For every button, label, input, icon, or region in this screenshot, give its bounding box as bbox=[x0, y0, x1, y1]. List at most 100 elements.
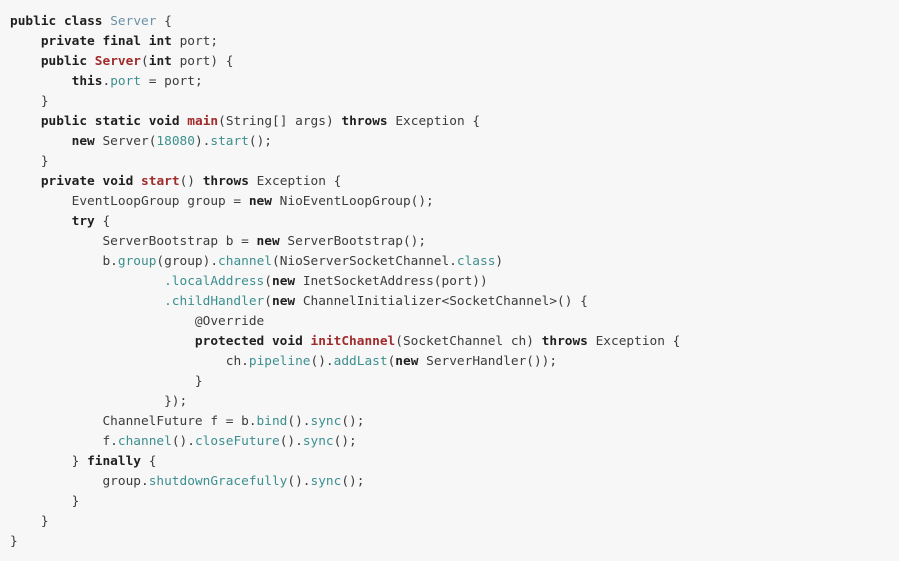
code-token-kw: private bbox=[40, 174, 95, 189]
code-line: ch.pipeline().addLast(new ServerHandler(… bbox=[10, 352, 899, 372]
code-token-plain: (group). bbox=[156, 254, 219, 269]
code-token-call: sync bbox=[310, 474, 342, 489]
code-token-plain: group. bbox=[102, 474, 149, 489]
code-token-plain: (); bbox=[341, 474, 365, 489]
code-token-kw: void bbox=[102, 174, 134, 189]
code-token-plain: ch. bbox=[225, 354, 249, 369]
code-line: public class Server { bbox=[10, 12, 899, 32]
code-token-plain: ServerHandler()); bbox=[418, 354, 558, 369]
code-token-plain: Exception { bbox=[387, 114, 481, 129]
code-token-kw: public bbox=[10, 14, 57, 29]
code-token-plain: { bbox=[156, 14, 172, 29]
code-token-call: sync bbox=[302, 434, 334, 449]
code-token-plain: port) { bbox=[171, 54, 234, 69]
code-line: } bbox=[10, 152, 899, 172]
code-token-plain: InetSocketAddress(port)) bbox=[295, 274, 488, 289]
code-line: }); bbox=[10, 392, 899, 412]
code-line: try { bbox=[10, 212, 899, 232]
code-token-plain: () bbox=[179, 174, 203, 189]
code-line: private void start() throws Exception { bbox=[10, 172, 899, 192]
code-token-plain: ) bbox=[495, 254, 504, 269]
code-token-kw: throws bbox=[341, 114, 388, 129]
code-token-call: bind bbox=[256, 414, 288, 429]
code-token-plain: port; bbox=[171, 34, 219, 49]
code-token-plain: (String[] args) bbox=[218, 114, 342, 129]
code-token-plain: (NioServerSocketChannel. bbox=[271, 254, 457, 269]
code-token-plain: (). bbox=[310, 354, 334, 369]
code-token-plain: ( bbox=[141, 54, 149, 69]
code-token-call: .localAddress bbox=[164, 274, 265, 289]
code-token-kw: finally bbox=[87, 454, 141, 469]
code-token-kw: this bbox=[71, 74, 103, 89]
code-token-kw: throws bbox=[541, 334, 588, 349]
code-token-plain: (); bbox=[341, 414, 365, 429]
code-token-plain: Server( bbox=[94, 134, 157, 149]
code-token-plain: { bbox=[94, 214, 111, 229]
code-token-plain: }); bbox=[164, 394, 188, 409]
code-token-call: class bbox=[456, 254, 496, 269]
code-token-plain: ChannelInitializer<SocketChannel>() { bbox=[295, 294, 588, 309]
code-token-plain: (); bbox=[333, 434, 357, 449]
code-token-plain: (). bbox=[287, 414, 311, 429]
code-token-call: channel bbox=[218, 254, 272, 269]
code-token-type: Server bbox=[110, 14, 157, 29]
code-line: protected void initChannel(SocketChannel… bbox=[10, 332, 899, 352]
code-token-kw: public bbox=[40, 114, 88, 129]
code-line: new Server(18080).start(); bbox=[10, 132, 899, 152]
code-line: this.port = port; bbox=[10, 72, 899, 92]
code-token-plain: (SocketChannel ch) bbox=[395, 334, 542, 349]
code-token-kw: void bbox=[148, 114, 180, 129]
code-token-anno: @Override bbox=[194, 314, 265, 329]
code-token-plain: } bbox=[10, 534, 18, 549]
code-line: } bbox=[10, 92, 899, 112]
code-token-kw: void bbox=[271, 334, 303, 349]
code-token-kw: try bbox=[71, 214, 95, 229]
code-line: } finally { bbox=[10, 452, 899, 472]
code-line: @Override bbox=[10, 312, 899, 332]
code-token-call: addLast bbox=[333, 354, 388, 369]
code-token-decl: main bbox=[187, 114, 219, 129]
code-line: } bbox=[10, 532, 899, 552]
code-line: ServerBootstrap b = new ServerBootstrap(… bbox=[10, 232, 899, 252]
code-token-call: port bbox=[110, 74, 142, 89]
code-listing: public class Server { private final int … bbox=[0, 0, 899, 561]
code-line: .localAddress(new InetSocketAddress(port… bbox=[10, 272, 899, 292]
code-token-kw: new bbox=[248, 194, 272, 209]
code-token-plain: } bbox=[71, 454, 88, 469]
code-token-plain: ServerBootstrap b = bbox=[102, 234, 257, 249]
code-token-plain: ( bbox=[264, 294, 272, 309]
code-token-plain: } bbox=[40, 94, 49, 109]
code-token-call: sync bbox=[310, 414, 342, 429]
code-token-plain: f. bbox=[102, 434, 118, 449]
code-token-decl: Server bbox=[94, 54, 142, 69]
code-token-plain: { bbox=[141, 454, 157, 469]
code-token-kw: new bbox=[256, 234, 280, 249]
code-token-kw: static bbox=[94, 114, 142, 129]
code-token-kw: private bbox=[40, 34, 95, 49]
code-line: public static void main(String[] args) t… bbox=[10, 112, 899, 132]
code-block: public class Server { private final int … bbox=[10, 12, 899, 552]
code-token-plain: ). bbox=[194, 134, 211, 149]
code-line: public Server(int port) { bbox=[10, 52, 899, 72]
code-token-plain: Exception { bbox=[248, 174, 342, 189]
code-token-kw: throws bbox=[202, 174, 249, 189]
